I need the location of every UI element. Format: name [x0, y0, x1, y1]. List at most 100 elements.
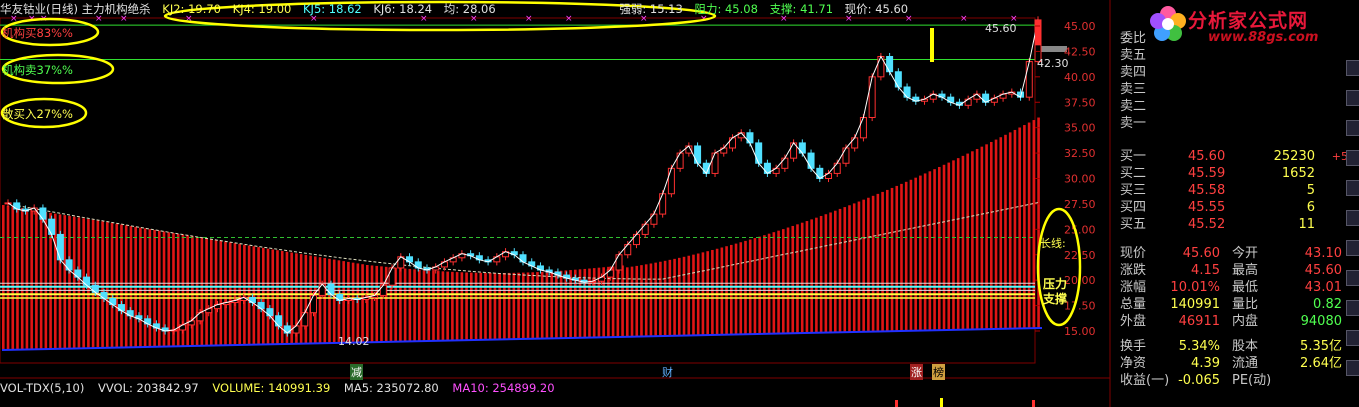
inst-bar	[427, 270, 431, 341]
inst-bar	[1004, 134, 1007, 329]
sell-level-row[interactable]: 卖三	[1120, 81, 1345, 98]
candle-body	[83, 276, 91, 286]
toolbar-button[interactable]	[1346, 240, 1359, 256]
quote-row: 外盘 46911 内盘 94080	[1120, 313, 1345, 330]
inst-bar	[706, 251, 709, 336]
retail-buy-label: 散买入27%%	[2, 107, 73, 121]
inst-bar	[432, 270, 435, 341]
marker-bang[interactable]: 榜	[932, 364, 945, 380]
toolbar-button[interactable]	[1346, 360, 1359, 376]
kj2-value: KJ2: 19.70	[162, 2, 221, 16]
inst-bar	[678, 257, 681, 336]
inst-bar	[1032, 120, 1036, 329]
inst-bar	[39, 211, 43, 350]
quote-label: 今开	[1232, 246, 1259, 261]
inst-bar	[838, 208, 842, 333]
quote-row: 总量 140991 量比 0.82	[1120, 296, 1345, 313]
inst-bar	[451, 271, 454, 341]
inst-bar	[6, 205, 10, 350]
candle-body	[275, 315, 283, 327]
inst-bar	[1037, 117, 1040, 329]
inst-bar	[540, 271, 544, 339]
buy-level-row[interactable]: 买五 45.52 11	[1120, 216, 1345, 233]
resistance-value: 阻力: 45.08	[694, 2, 758, 16]
inst-bar	[195, 236, 199, 346]
marker-jian[interactable]: 减	[350, 364, 363, 380]
toolbar-button[interactable]	[1346, 330, 1359, 346]
buy-level-row[interactable]: 买一 45.60 25230 +5	[1120, 148, 1348, 165]
inst-bar	[465, 272, 468, 341]
inst-bar	[271, 249, 275, 345]
candle-body	[292, 325, 300, 334]
quote-label: 涨幅	[1120, 280, 1147, 295]
inst-bar	[711, 249, 714, 335]
buy-level-row[interactable]: 买二 45.59 1652	[1120, 165, 1345, 182]
toolbar-button[interactable]	[1346, 150, 1359, 166]
sell-level-row[interactable]: 卖二	[1120, 98, 1345, 115]
inst-bar	[848, 205, 851, 333]
y-tick-label: 40.00	[1064, 71, 1096, 84]
quote-label: 最低	[1232, 280, 1259, 295]
inst-bar	[956, 158, 960, 330]
toolbar-button[interactable]	[1346, 120, 1359, 136]
y-tick-label: 35.00	[1064, 122, 1096, 135]
buy-level-row[interactable]: 买三 45.58 5	[1120, 182, 1345, 199]
inst-bar	[999, 137, 1003, 329]
inst-bar	[460, 272, 464, 341]
toolbar-button[interactable]	[1346, 180, 1359, 196]
inst-bar	[526, 272, 530, 339]
inst-bar	[413, 269, 416, 342]
low-price-label: 14.02	[338, 335, 370, 348]
toolbar-button[interactable]	[1346, 90, 1359, 106]
buy-level-row[interactable]: 买四 45.55 6	[1120, 199, 1345, 216]
y-tick-label: 42.50	[1064, 45, 1096, 58]
inst-buy-label: 机构买83%%	[2, 26, 73, 40]
vol-indicator-name: VOL-TDX(5,10)	[0, 381, 85, 395]
candle-body	[650, 213, 658, 225]
inst-bar	[2, 205, 5, 350]
inst-bar	[791, 225, 795, 334]
indicator-header: 华友钴业(日线) 主力机构绝杀 KJ2: 19.70 KJ4: 19.00 KJ…	[0, 0, 1110, 18]
inst-bar	[153, 229, 156, 347]
candle-body	[388, 267, 396, 286]
candle-body	[310, 294, 318, 314]
inst-bar	[351, 262, 355, 343]
sell-level-row[interactable]: 卖一	[1120, 115, 1345, 132]
toolbar-button[interactable]	[1346, 270, 1359, 286]
buy-level-label: 买五	[1120, 217, 1147, 232]
quote-label: 量比	[1232, 297, 1259, 312]
buy-level-volume: 25230	[1273, 149, 1315, 164]
buy-level-price: 45.55	[1188, 200, 1226, 215]
inst-bar	[96, 220, 100, 348]
inst-bar	[214, 240, 218, 346]
sell-level-row[interactable]: 卖五	[1120, 47, 1345, 64]
inst-bar	[900, 183, 903, 331]
toolbar-button[interactable]	[1346, 60, 1359, 76]
inst-bar	[531, 272, 535, 339]
candle-body	[781, 157, 789, 169]
order-ratio-row: 委比	[1120, 30, 1345, 47]
toolbar-button[interactable]	[1346, 210, 1359, 226]
inst-bar	[938, 166, 941, 331]
toolbar-button[interactable]	[1346, 300, 1359, 316]
candle-body	[728, 137, 736, 149]
sell-level-row[interactable]: 卖四	[1120, 64, 1345, 81]
inst-bar	[895, 185, 899, 332]
inst-bar	[399, 268, 402, 342]
candle-body	[851, 137, 859, 149]
inst-bar	[928, 171, 932, 331]
quote-value: 46911	[1178, 314, 1220, 329]
inst-bar	[654, 262, 657, 337]
buy-level-label: 买三	[1120, 183, 1147, 198]
inst-bar	[810, 219, 813, 333]
side-toolbar	[1345, 50, 1359, 407]
marker-cai[interactable]: 财	[662, 364, 673, 380]
high-price-label: 45.60	[985, 22, 1017, 35]
inst-bar	[148, 229, 152, 347]
candle-body	[755, 142, 763, 164]
candle-body	[711, 152, 719, 174]
inst-bar	[739, 242, 743, 335]
quote-label: 收益(一)	[1120, 373, 1170, 388]
inst-bar	[200, 237, 204, 346]
marker-zhang[interactable]: 涨	[910, 364, 923, 380]
